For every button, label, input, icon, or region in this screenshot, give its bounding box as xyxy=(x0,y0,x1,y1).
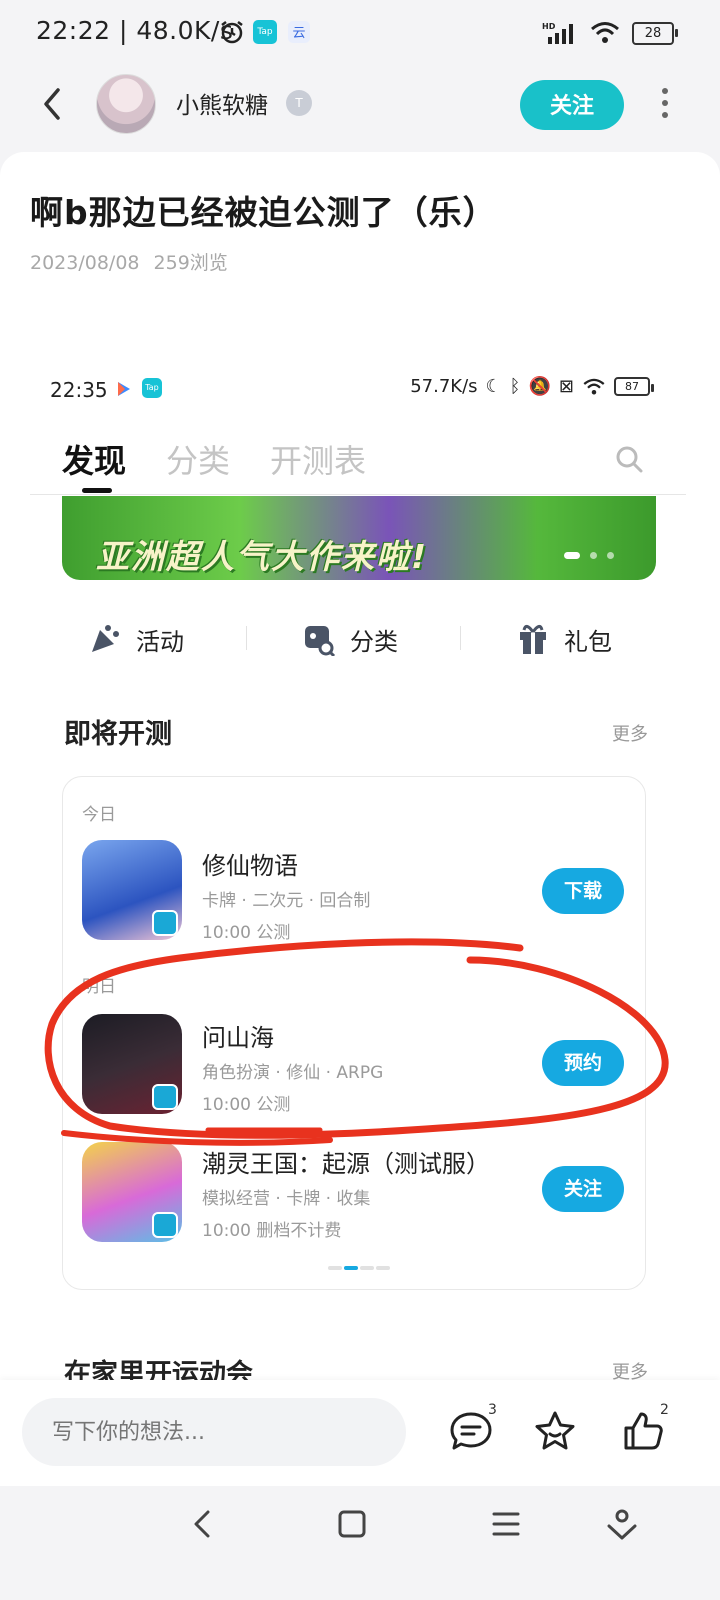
day-label-today: 今日 xyxy=(82,805,116,825)
wifi-icon xyxy=(591,22,619,43)
author-level-badge: T xyxy=(286,90,312,116)
search-icon[interactable] xyxy=(612,442,646,476)
game-icon[interactable] xyxy=(82,1014,182,1114)
quick-link-label: 活动 xyxy=(136,627,184,656)
nav-menu-icon[interactable] xyxy=(486,1504,526,1544)
game-tags: 模拟经营 · 卡牌 · 收集 xyxy=(202,1189,371,1209)
banner-pager xyxy=(564,552,614,559)
nav-back-icon[interactable] xyxy=(184,1504,224,1544)
nav-home-icon[interactable] xyxy=(332,1504,372,1544)
game-icon[interactable] xyxy=(82,1142,182,1242)
shot-battery: 87 xyxy=(614,377,654,396)
shot-status-time: 22:35 xyxy=(50,378,108,402)
game-tags: 卡牌 · 二次元 · 回合制 xyxy=(202,891,371,911)
reserve-button[interactable]: 预约 xyxy=(542,1040,624,1086)
post-meta: 2023/08/08 259浏览 xyxy=(30,248,242,275)
shot-tabs: 发现 分类 开测表 xyxy=(62,436,366,482)
shot-net-speed: 57.7K/s xyxy=(410,376,478,397)
follow-game-button[interactable]: 关注 xyxy=(542,1166,624,1212)
author-avatar[interactable] xyxy=(96,74,156,134)
author-name[interactable]: 小熊软糖 xyxy=(176,86,268,120)
shot-wifi-icon xyxy=(583,378,605,394)
game-name[interactable]: 问山海 xyxy=(202,1018,274,1053)
alarm-icon xyxy=(221,21,243,44)
nav-assistant-icon[interactable] xyxy=(602,1504,642,1544)
game-tags: 角色扮演 · 修仙 · ARPG xyxy=(202,1063,384,1083)
quick-link-activity[interactable]: 活动 xyxy=(88,614,184,664)
section-more-link[interactable]: 更多 xyxy=(612,720,648,746)
quick-link-label: 分类 xyxy=(350,627,398,656)
back-arrow-icon[interactable] xyxy=(34,84,74,124)
game-name[interactable]: 修仙物语 xyxy=(202,846,298,881)
app-notification-icon: 云 xyxy=(288,21,310,43)
comment-count: 3 xyxy=(488,1402,497,1418)
active-tab-indicator xyxy=(82,488,112,493)
bilibili-tv-icon xyxy=(152,910,178,936)
list-pager xyxy=(328,1266,390,1270)
shot-tap-icon: Tap xyxy=(142,378,162,398)
tab-test-schedule[interactable]: 开测表 xyxy=(270,436,366,482)
quick-link-label: 礼包 xyxy=(564,627,612,656)
mute-bell-icon: 🔕 xyxy=(528,376,551,397)
quick-link-category[interactable]: 分类 xyxy=(302,614,398,664)
star-icon[interactable] xyxy=(532,1408,578,1454)
status-bar: 22:22 | 48.0K/s Tap 云 HD 28 xyxy=(0,0,720,68)
post-title: 啊b那边已经被迫公测了（乐） xyxy=(30,193,497,232)
svg-text:云: 云 xyxy=(292,26,305,41)
battery-indicator: 28 xyxy=(632,21,678,45)
tab-divider xyxy=(30,494,686,495)
game-time: 10:00 删档不计费 xyxy=(202,1221,342,1241)
gamepad-search-icon xyxy=(305,626,336,656)
post-date: 2023/08/08 xyxy=(30,252,140,274)
party-popper-icon xyxy=(92,625,119,652)
banner-text: 亚洲超人气大作来啦! xyxy=(96,537,429,576)
day-label-tomorrow: 明日 xyxy=(82,977,116,997)
gift-icon xyxy=(520,625,546,654)
embedded-screenshot[interactable]: 22:35 Tap 57.7K/s ☾ ᛒ 🔕 ⊠ 87 发现 分类 开测表 亚… xyxy=(0,360,720,1390)
post-views: 259浏览 xyxy=(153,252,228,274)
like-count: 2 xyxy=(660,1402,669,1418)
quick-divider xyxy=(246,626,247,650)
game-icon[interactable] xyxy=(82,840,182,940)
game-time: 10:00 公测 xyxy=(202,1095,291,1115)
bilibili-tv-icon xyxy=(152,1212,178,1238)
quick-link-gift[interactable]: 礼包 xyxy=(516,614,612,664)
comment-input[interactable] xyxy=(22,1398,406,1466)
download-button[interactable]: 下载 xyxy=(542,868,624,914)
section-title-upcoming: 即将开测 xyxy=(64,719,172,750)
shot-status-right: 57.7K/s ☾ ᛒ 🔕 ⊠ 87 xyxy=(410,376,654,397)
tap-app-icon: Tap xyxy=(253,20,277,44)
game-time: 10:00 公测 xyxy=(202,923,291,943)
bluetooth-icon: ᛒ xyxy=(509,376,521,397)
no-sim-icon: ⊠ xyxy=(558,376,574,397)
quick-divider xyxy=(460,626,461,650)
moon-icon: ☾ xyxy=(485,376,502,397)
tab-category[interactable]: 分类 xyxy=(166,436,230,482)
status-time: 22:22 | 48.0K/s xyxy=(36,16,234,45)
tab-discover[interactable]: 发现 xyxy=(62,436,126,482)
game-name[interactable]: 潮灵王国：起源（测试服） xyxy=(202,1144,490,1179)
svg-text:HD: HD xyxy=(542,22,556,31)
follow-button[interactable]: 关注 xyxy=(520,80,624,130)
bilibili-tv-icon xyxy=(152,1084,178,1110)
status-right: HD 28 xyxy=(542,18,678,48)
play-store-icon xyxy=(118,382,130,396)
more-options-icon[interactable] xyxy=(660,88,670,122)
signal-icon: HD xyxy=(542,22,573,44)
